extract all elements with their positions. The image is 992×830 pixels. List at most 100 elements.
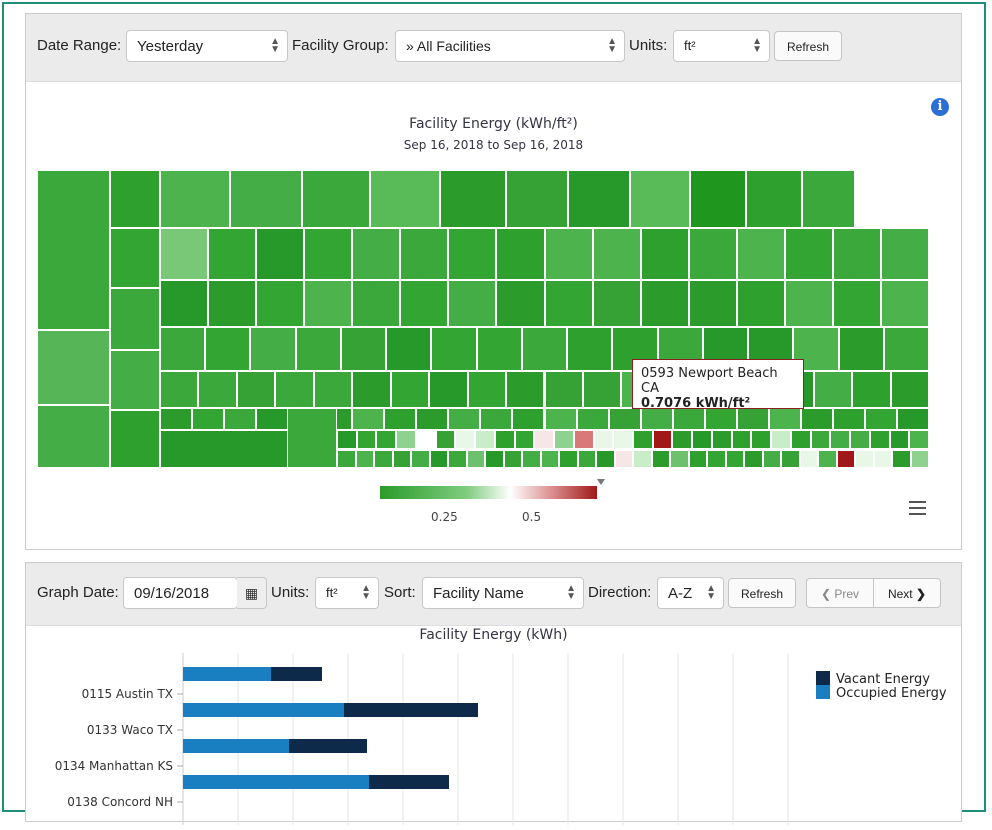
next-button[interactable]: Next ❯ (873, 578, 941, 608)
treemap-cell[interactable] (352, 371, 391, 408)
treemap-cell[interactable] (480, 408, 513, 430)
bar-occupied[interactable] (183, 775, 369, 789)
treemap-cell[interactable] (370, 170, 440, 228)
treemap-cell[interactable] (768, 408, 801, 430)
treemap-cell[interactable] (832, 228, 881, 280)
calendar-icon[interactable]: ▦ (237, 577, 267, 609)
treemap-cell[interactable] (236, 371, 276, 408)
treemap-cell[interactable] (386, 327, 432, 371)
treemap-cell[interactable] (110, 288, 160, 350)
treemap-cell[interactable] (224, 408, 257, 430)
treemap-cell[interactable] (355, 450, 374, 468)
treemap-cell[interactable] (889, 430, 910, 449)
treemap-cell[interactable] (455, 430, 476, 449)
bar-occupied[interactable] (183, 667, 271, 681)
treemap-cell[interactable] (640, 408, 673, 430)
treemap-cell[interactable] (672, 408, 705, 430)
treemap-cell[interactable] (832, 280, 881, 327)
treemap-cell[interactable] (37, 170, 110, 330)
treemap-cell[interactable] (466, 450, 485, 468)
treemap-cell[interactable] (751, 430, 772, 449)
bar-occupied[interactable] (183, 739, 289, 753)
treemap-cell[interactable] (596, 450, 615, 468)
treemap-cell[interactable] (592, 228, 641, 280)
sort-select[interactable]: Facility Name ▲ ▼ (422, 577, 584, 609)
treemap-cell[interactable] (762, 450, 781, 468)
treemap-cell[interactable] (506, 170, 568, 228)
bar-vacant[interactable] (369, 775, 449, 789)
treemap-cell[interactable] (832, 408, 865, 430)
treemap-cell[interactable] (256, 408, 289, 430)
treemap-cell[interactable] (559, 450, 578, 468)
treemap-cell[interactable] (534, 430, 555, 449)
treemap-cell[interactable] (614, 450, 633, 468)
treemap-cell[interactable] (160, 371, 199, 408)
treemap-cell[interactable] (205, 327, 251, 371)
treemap-cell[interactable] (736, 408, 769, 430)
treemap-cell[interactable] (160, 170, 230, 228)
info-icon[interactable]: i (931, 98, 949, 116)
treemap-cell[interactable] (503, 450, 522, 468)
treemap-cell[interactable] (295, 327, 341, 371)
treemap-cell[interactable] (731, 430, 752, 449)
treemap-cell[interactable] (704, 408, 737, 430)
treemap-cell[interactable] (256, 280, 305, 327)
treemap-cell[interactable] (873, 450, 892, 468)
treemap-cell[interactable] (577, 450, 596, 468)
treemap-cell[interactable] (613, 430, 633, 449)
treemap-cell[interactable] (429, 450, 448, 468)
treemap-cell[interactable] (256, 228, 305, 280)
treemap-cell[interactable] (230, 170, 302, 228)
treemap-cell[interactable] (707, 450, 726, 468)
treemap-cell[interactable] (208, 228, 257, 280)
direction-select[interactable]: A-Z ▲ ▼ (657, 577, 724, 609)
treemap-cell[interactable] (544, 280, 593, 327)
treemap-cell[interactable] (37, 330, 110, 405)
treemap-cell[interactable] (692, 430, 712, 449)
treemap-cell[interactable] (467, 371, 507, 408)
treemap-cell[interactable] (352, 408, 385, 430)
treemap-cell[interactable] (892, 450, 911, 468)
treemap-cell[interactable] (485, 450, 504, 468)
facility-group-select[interactable]: » All Facilities ▲ ▼ (395, 30, 625, 62)
treemap-cell[interactable] (568, 170, 630, 228)
treemap-cell[interactable] (608, 408, 641, 430)
treemap-cell[interactable] (813, 371, 853, 408)
treemap-cell[interactable] (744, 450, 763, 468)
treemap-cell[interactable] (633, 430, 653, 449)
treemap-cell[interactable] (192, 408, 225, 430)
treemap-cell[interactable] (896, 408, 929, 430)
treemap-cell[interactable] (287, 408, 337, 468)
treemap-cell[interactable] (275, 371, 314, 408)
treemap-cell[interactable] (110, 410, 160, 468)
treemap-cell[interactable] (652, 430, 673, 449)
treemap-cell[interactable] (544, 408, 577, 430)
treemap-cell[interactable] (376, 430, 397, 449)
treemap-cell[interactable] (250, 327, 296, 371)
treemap-cell[interactable] (352, 228, 401, 280)
treemap-cell[interactable] (448, 228, 497, 280)
treemap-cell[interactable] (592, 280, 641, 327)
treemap-cell[interactable] (567, 327, 613, 371)
treemap-cell[interactable] (476, 327, 522, 371)
treemap-cell[interactable] (736, 228, 785, 280)
treemap-cell[interactable] (429, 371, 468, 408)
treemap-cell[interactable] (384, 408, 417, 430)
treemap-cell[interactable] (337, 430, 357, 449)
treemap-cell[interactable] (356, 430, 377, 449)
treemap-cell[interactable] (688, 280, 737, 327)
treemap-cell[interactable] (784, 280, 833, 327)
treemap-cell[interactable] (670, 450, 689, 468)
treemap-cell[interactable] (651, 450, 670, 468)
treemap-cell[interactable] (160, 228, 209, 280)
graph-date-input[interactable]: 09/16/2018 (123, 577, 238, 609)
treemap-cell[interactable] (640, 280, 689, 327)
treemap-cell[interactable] (771, 430, 791, 449)
treemap-cell[interactable] (736, 280, 785, 327)
treemap-cell[interactable] (554, 430, 574, 449)
graph-units-select[interactable]: ft² ▲ ▼ (315, 577, 379, 609)
bar-vacant[interactable] (344, 703, 478, 717)
treemap-cell[interactable] (415, 430, 436, 449)
treemap-cell[interactable] (855, 450, 874, 468)
treemap-cell[interactable] (880, 228, 929, 280)
